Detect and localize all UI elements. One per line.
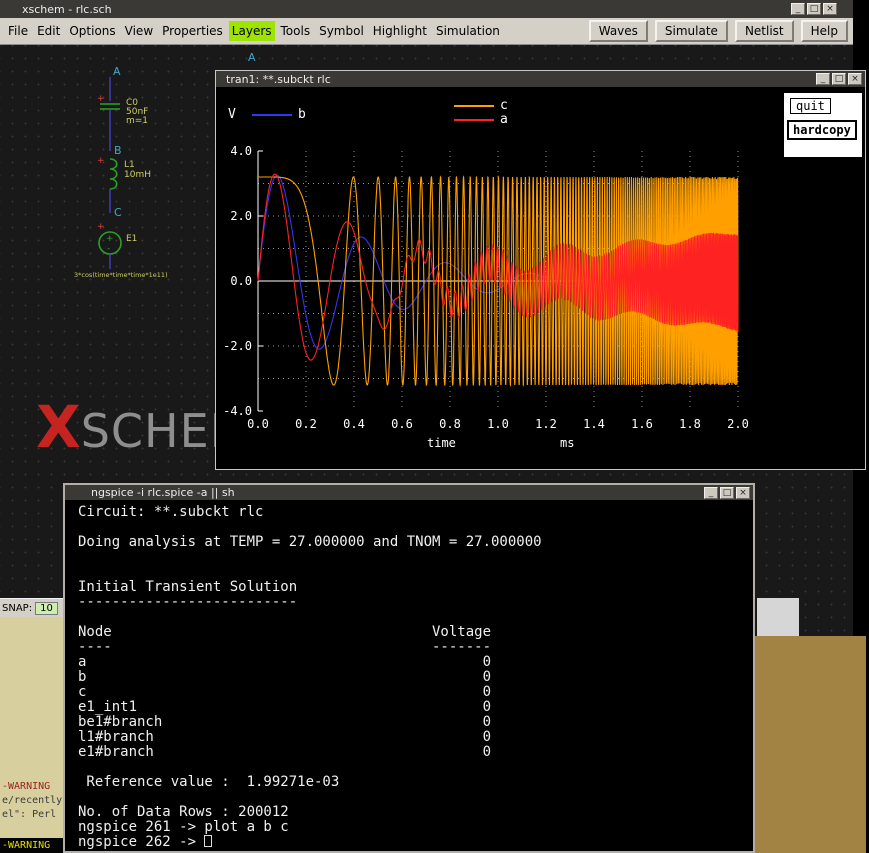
svg-text:1.4: 1.4 [583,417,605,431]
svg-text:-2.0: -2.0 [224,339,252,353]
svg-text:1.2: 1.2 [535,417,557,431]
snap-statusbar: SNAP: 10 [0,598,63,617]
console-log-line: e/recently) [2,794,63,808]
legend-line-c [454,105,494,107]
waveform-client-area: V b c a quit hardcopy 0.0 0.2 0.4 0.6 0.8 1.0… [216,87,865,469]
xschem-titlebar[interactable]: xschem - rlc.sch _ □ × [0,0,853,18]
menu-tools[interactable]: Tools [278,21,314,41]
svg-text:0.8: 0.8 [439,417,461,431]
terminal-window-title: ngspice -i rlc.spice -a || sh [65,486,235,499]
inductor-name: L1 [124,160,135,170]
svg-text:2.0: 2.0 [727,417,749,431]
node-label-a: A [113,65,121,78]
svg-text:0.6: 0.6 [391,417,413,431]
waveform-window: tran1: **.subckt rlc _ □ × V b c a qui [215,70,866,470]
terminal-output: Circuit: **.subckt rlc Doing analysis at… [78,505,753,850]
waveform-window-title: tran1: **.subckt rlc [216,73,331,86]
snap-value-field[interactable]: 10 [35,602,58,615]
svg-text:4.0: 4.0 [230,144,252,158]
maximize-icon[interactable]: □ [807,3,821,15]
waves-button[interactable]: Waves [589,20,648,42]
svg-text:ms: ms [560,436,574,450]
minimize-icon[interactable]: _ [791,3,805,15]
y-axis-unit-label: V [228,107,236,122]
terminal-window: ngspice -i rlc.spice -a || sh _ □ × Circ… [63,483,755,853]
menu-simulation[interactable]: Simulation [433,21,503,41]
svg-text:1.6: 1.6 [631,417,653,431]
source-name: E1 [126,234,137,244]
menu-items: FileEditOptionsViewPropertiesLayersTools… [5,21,506,41]
close-icon[interactable]: × [823,3,837,15]
quit-button[interactable]: quit [790,98,831,114]
inductor-symbol [110,159,117,189]
simulate-button[interactable]: Simulate [655,20,728,42]
terminal-window-controls: _ □ × [702,487,753,499]
source-expression: 3*cos(time*time*time*1e11) [74,271,168,279]
console-log-line: el": Perl [2,808,63,822]
terminal-cursor [204,835,212,847]
xschem-logo-x: X [36,393,81,461]
close-icon[interactable]: × [848,73,862,85]
menu-options[interactable]: Options [66,21,118,41]
xschem-window-title: xschem - rlc.sch [0,3,112,16]
svg-text:time: time [427,436,456,450]
legend-item-b: b [252,107,306,122]
minimize-icon[interactable]: _ [816,73,830,85]
xschem-window-controls: _ □ × [789,3,853,15]
legend-label-a: a [500,112,508,127]
bottom-warning-strip: -WARNING [0,838,63,853]
plot-control-panel: quit hardcopy [784,93,862,157]
menu-highlight[interactable]: Highlight [370,21,430,41]
xschem-log-console: -WARNINGe/recently)el": Perl [0,617,63,838]
menu-file[interactable]: File [5,21,31,41]
terminal-titlebar[interactable]: ngspice -i rlc.spice -a || sh _ □ × [65,485,753,500]
menu-view[interactable]: View [122,21,156,41]
plus-mark: + [97,156,105,166]
screen: xschem - rlc.sch _ □ × FileEditOptionsVi… [0,0,869,853]
svg-text:0.0: 0.0 [247,417,269,431]
netlist-button[interactable]: Netlist [735,20,794,42]
node-label-b: B [114,144,122,157]
terminal-body[interactable]: Circuit: **.subckt rlc Doing analysis at… [65,500,753,851]
console-log-line: -WARNING [2,780,63,794]
svg-text:1.8: 1.8 [679,417,701,431]
minimize-icon[interactable]: _ [704,487,718,499]
close-icon[interactable]: × [736,487,750,499]
waveform-window-controls: _ □ × [814,73,865,85]
waveform-titlebar[interactable]: tran1: **.subckt rlc _ □ × [216,71,865,87]
maximize-icon[interactable]: □ [720,487,734,499]
svg-text:1.0: 1.0 [487,417,509,431]
menu-layers[interactable]: Layers [229,21,275,41]
plus-mark: + [97,222,105,232]
legend-line-b [252,114,292,116]
hardcopy-button[interactable]: hardcopy [787,120,857,140]
snap-label: SNAP: [2,603,32,614]
plus-mark: + [97,94,105,104]
svg-text:0.4: 0.4 [343,417,365,431]
inductor-value: 10mH [124,170,151,180]
source-plus-sign: + [106,234,114,244]
legend-line-a [454,119,494,121]
legend-item-a: a [454,112,508,127]
node-label-c: C [114,206,122,219]
svg-text:0.2: 0.2 [295,417,317,431]
svg-text:0.0: 0.0 [230,274,252,288]
legend-label-b: b [298,107,306,122]
xschem-menubar: FileEditOptionsViewPropertiesLayersTools… [0,18,853,45]
capacitor-attr: m=1 [126,116,148,126]
background-window-tan[interactable] [755,636,866,853]
svg-text:-4.0: -4.0 [224,404,252,418]
legend-item-c: c [454,98,508,113]
waveform-plot: 0.0 0.2 0.4 0.6 0.8 1.0 1.2 1.4 1.6 1.8 2.0 -4.0 -2.… [224,141,764,457]
help-button[interactable]: Help [801,20,848,42]
legend-label-c: c [500,98,508,113]
source-minus-sign: - [107,244,110,254]
menu-edit[interactable]: Edit [34,21,63,41]
menu-symbol[interactable]: Symbol [316,21,367,41]
menu-properties[interactable]: Properties [159,21,226,41]
svg-text:2.0: 2.0 [230,209,252,223]
toolbar-buttons: Waves Simulate Netlist Help [582,20,853,42]
maximize-icon[interactable]: □ [832,73,846,85]
background-window-gray[interactable] [757,598,799,636]
